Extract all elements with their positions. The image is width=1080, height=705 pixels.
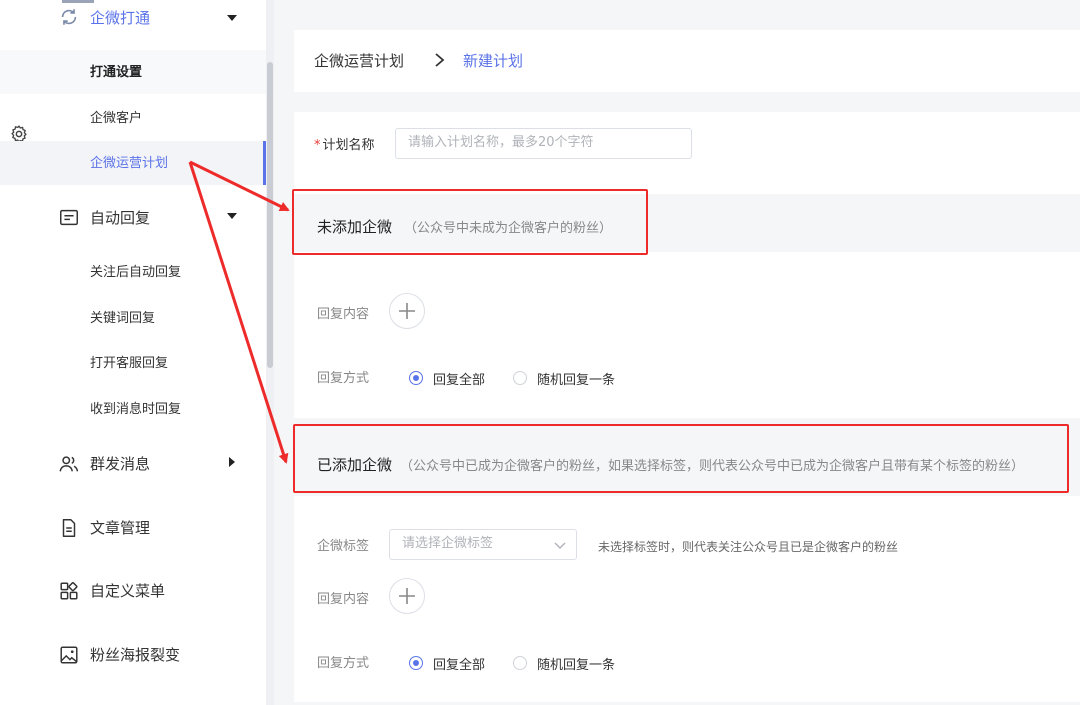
main-content: 企微运营计划 新建计划 * 计划名称 请输入计划名称，最多20个字符 未添加企微（… — [274, 0, 1080, 705]
tag-hint: 未选择标签时，则代表关注公众号且已是企微客户的粉丝 — [598, 540, 899, 554]
tag-label: 企微标签 — [317, 539, 370, 554]
plan-name-input[interactable]: 请输入计划名称，最多20个字符 — [395, 128, 692, 159]
message-icon — [60, 209, 78, 226]
radio-reply-all[interactable] — [409, 656, 423, 670]
sidebar-item-label: 企微运营计划 — [90, 156, 169, 171]
plan-name-placeholder: 请输入计划名称，最多20个字符 — [408, 135, 594, 150]
sidebar-item-label: 关注后自动回复 — [90, 265, 182, 280]
reply-mode-label: 回复方式 — [317, 656, 370, 671]
caret-down-icon — [227, 213, 237, 219]
image-icon — [60, 646, 78, 664]
sidebar-group-articles[interactable]: 文章管理 — [0, 506, 266, 550]
sidebar-group-label: 自定义菜单 — [90, 582, 166, 600]
sidebar: 企微打通 打通设置 企微客户 企微运营计划 自动回复 关注后自动回复 关键词回复… — [0, 0, 266, 705]
sidebar-group-label: 文章管理 — [90, 519, 151, 537]
sidebar-group-label: 粉丝海报裂变 — [90, 646, 181, 664]
radio-reply-all[interactable] — [409, 371, 423, 385]
reply-mode-label: 回复方式 — [317, 371, 370, 386]
sidebar-group-menu[interactable]: 自定义菜单 — [0, 569, 266, 613]
document-icon — [62, 519, 76, 537]
radio-reply-random[interactable] — [513, 371, 527, 385]
sidebar-item-label: 关键词回复 — [90, 311, 156, 326]
sidebar-item-label: 收到消息时回复 — [90, 402, 182, 417]
sidebar-item-keyword-reply[interactable]: 关键词回复 — [0, 296, 266, 340]
annotation-box-not-added — [292, 189, 648, 255]
reply-content-label: 回复内容 — [317, 592, 370, 607]
breadcrumb: 企微运营计划 新建计划 — [294, 30, 1080, 92]
sidebar-item-label: 企微客户 — [90, 111, 143, 126]
plus-icon — [399, 588, 415, 604]
add-reply-content-button[interactable] — [389, 293, 425, 329]
radio-reply-all-label[interactable]: 回复全部 — [433, 654, 485, 673]
sidebar-scrollbar-thumb[interactable] — [267, 62, 273, 368]
sidebar-item-service-reply[interactable]: 打开客服回复 — [0, 341, 266, 385]
radio-reply-random-label[interactable]: 随机回复一条 — [537, 369, 615, 388]
breadcrumb-parent[interactable]: 企微运营计划 — [314, 50, 404, 71]
sidebar-group-qiwei[interactable]: 企微打通 — [0, 0, 266, 44]
users-icon — [59, 456, 79, 472]
sidebar-item-customers[interactable]: 企微客户 — [0, 96, 266, 140]
chevron-down-icon — [554, 542, 566, 549]
add-reply-content-button[interactable] — [389, 578, 425, 614]
annotation-box-added — [293, 424, 1069, 493]
sidebar-item-label: 打通设置 — [90, 65, 143, 80]
plus-icon — [399, 303, 415, 319]
sidebar-group-label: 群发消息 — [90, 455, 151, 473]
sidebar-group-autoreply[interactable]: 自动回复 — [0, 196, 266, 240]
sidebar-item-follow-reply[interactable]: 关注后自动回复 — [0, 250, 266, 294]
caret-right-icon — [229, 457, 235, 467]
grid-menu-icon — [60, 582, 78, 600]
sidebar-group-label: 自动回复 — [90, 209, 151, 227]
breadcrumb-current: 新建计划 — [463, 52, 524, 70]
sidebar-item-settings[interactable]: 打通设置 — [0, 50, 266, 94]
radio-reply-random-label[interactable]: 随机回复一条 — [537, 654, 615, 673]
chevron-right-icon — [435, 53, 445, 67]
sidebar-item-ops-plan[interactable]: 企微运营计划 — [0, 141, 266, 185]
sidebar-group-poster[interactable]: 粉丝海报裂变 — [0, 633, 266, 677]
sidebar-group-label: 企微打通 — [90, 9, 151, 27]
sidebar-item-label: 打开客服回复 — [90, 356, 169, 371]
required-mark: * — [314, 138, 321, 153]
tag-select[interactable]: 请选择企微标签 — [389, 529, 577, 560]
radio-reply-random[interactable] — [513, 656, 527, 670]
reply-content-label: 回复内容 — [317, 307, 370, 322]
sidebar-group-mass[interactable]: 群发消息 — [0, 442, 266, 486]
plan-name-label: * 计划名称 — [314, 134, 375, 153]
plan-name-label-text: 计划名称 — [322, 138, 375, 153]
tag-select-placeholder: 请选择企微标签 — [402, 536, 494, 551]
sidebar-item-msg-reply[interactable]: 收到消息时回复 — [0, 387, 266, 431]
sync-icon — [61, 9, 77, 25]
radio-reply-all-label[interactable]: 回复全部 — [433, 369, 485, 388]
caret-down-icon — [227, 15, 237, 21]
